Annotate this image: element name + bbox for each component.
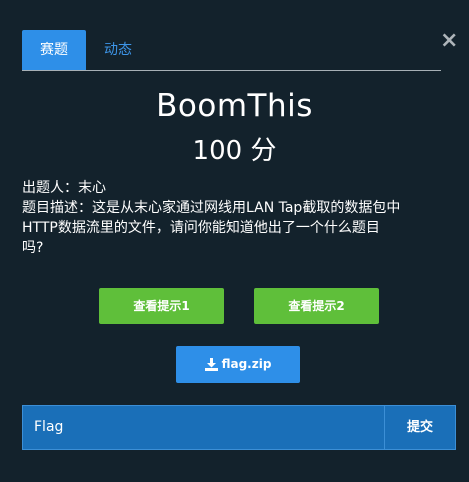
flag-input[interactable] xyxy=(22,405,385,450)
download-icon xyxy=(204,358,218,371)
hint-buttons: 查看提示1 查看提示2 xyxy=(0,288,469,324)
description: 题目描述：这是从末心家通过网线用LAN Tap截取的数据包中 HTTP数据流里的… xyxy=(22,198,454,258)
author-line: 出题人：末心 xyxy=(22,180,106,196)
challenge-modal: × 赛题 动态 BoomThis 100 分 出题人：末心 题目描述：这是从末心… xyxy=(0,0,469,482)
description-line: 题目描述：这是从末心家通过网线用LAN Tap截取的数据包中 xyxy=(22,200,401,216)
submit-button[interactable]: 提交 xyxy=(384,405,456,450)
tab-activity[interactable]: 动态 xyxy=(86,30,150,70)
close-icon[interactable]: × xyxy=(440,30,458,52)
tab-challenge[interactable]: 赛题 xyxy=(22,30,86,70)
description-line: HTTP数据流里的文件，请问你能知道他出了一个什么题目 xyxy=(22,220,380,236)
description-line: 吗? xyxy=(22,240,44,256)
challenge-title: BoomThis xyxy=(156,88,313,124)
challenge-meta: 出题人：末心 题目描述：这是从末心家通过网线用LAN Tap截取的数据包中 HT… xyxy=(22,178,454,258)
challenge-points: 100 分 xyxy=(192,136,277,166)
tab-bar: 赛题 动态 xyxy=(22,30,441,71)
hint-1-button[interactable]: 查看提示1 xyxy=(99,288,224,324)
hint-2-button[interactable]: 查看提示2 xyxy=(254,288,379,324)
download-label: flag.zip xyxy=(221,357,272,371)
download-attachment-button[interactable]: flag.zip xyxy=(176,346,300,383)
flag-submit-form: 提交 xyxy=(22,405,456,450)
